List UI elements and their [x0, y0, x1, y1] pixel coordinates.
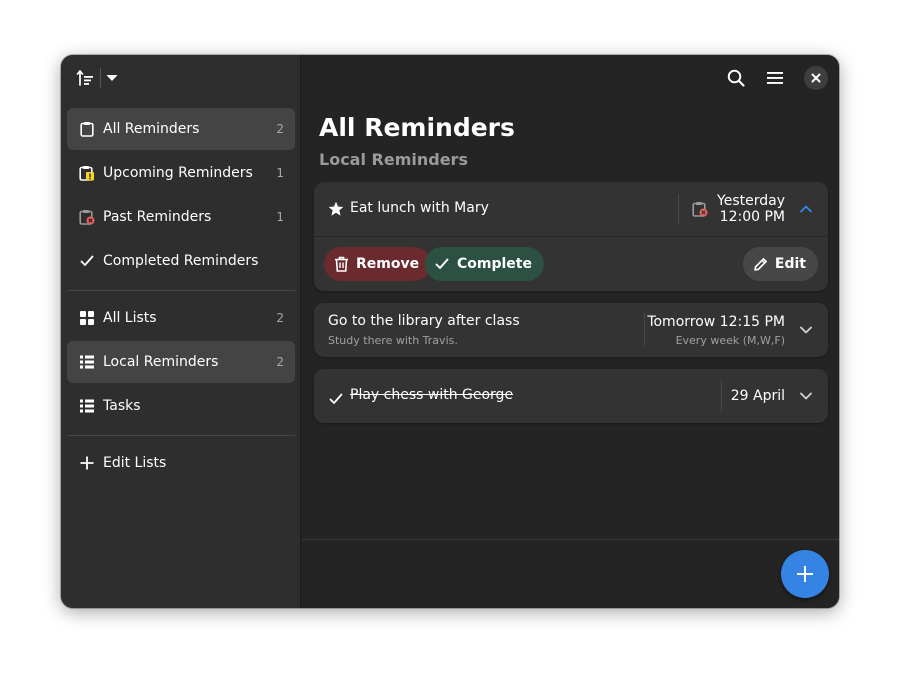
sidebar-item-edit-lists[interactable]: Edit Lists	[67, 442, 295, 484]
main-menu-button[interactable]	[762, 65, 788, 91]
sidebar-item-tasks[interactable]: Tasks	[67, 385, 295, 427]
chevron-down-icon[interactable]	[798, 388, 814, 404]
checkmark-icon	[435, 256, 451, 272]
trash-icon	[334, 256, 350, 272]
sidebar-item-count: 2	[276, 122, 284, 136]
reminder-title: Eat lunch with Mary	[350, 200, 489, 216]
close-window-button[interactable]	[804, 66, 828, 90]
sidebar-item-label: All Reminders	[103, 121, 200, 137]
clipboard-error-icon	[79, 209, 95, 225]
checkmark-icon[interactable]	[329, 390, 343, 409]
reminder-date: Tomorrow 12:15 PM	[647, 314, 785, 330]
reminder-actions: Remove Complete Edit	[314, 236, 828, 291]
reminder-title: Play chess with George	[350, 387, 514, 403]
page-title: All Reminders	[319, 113, 515, 142]
close-icon	[811, 73, 821, 83]
edit-button[interactable]: Edit	[742, 247, 818, 281]
sidebar-separator	[67, 290, 295, 291]
checkmark-icon	[79, 253, 95, 269]
sort-dropdown-button[interactable]	[103, 65, 121, 91]
sidebar-item-label: Edit Lists	[103, 455, 167, 471]
reminder-date: Yesterday	[717, 193, 785, 209]
reminder-separator	[721, 381, 722, 411]
pan-down-icon	[106, 75, 118, 81]
hamburger-menu-icon	[767, 72, 783, 84]
sidebar-item-label: Tasks	[103, 398, 141, 414]
reminder-views-section: All Reminders 2 Upcoming Reminders 1 Pas…	[67, 108, 295, 284]
reminder-date: 29 April	[730, 388, 785, 404]
sidebar-item-local-reminders[interactable]: Local Reminders 2	[67, 341, 295, 383]
reminder-row[interactable]: Go to the library after class Study ther…	[314, 303, 828, 357]
plus-icon	[797, 566, 813, 582]
lists-section: All Lists 2 Local Reminders 2 Tasks	[67, 297, 295, 429]
reminder-row[interactable]: Eat lunch with Mary Yesterday 12:00 PM	[314, 182, 828, 236]
star-icon[interactable]	[328, 201, 344, 221]
reminder-notes: Study there with Travis.	[328, 334, 458, 347]
sidebar-item-label: All Lists	[103, 310, 157, 326]
chevron-down-icon[interactable]	[798, 322, 814, 338]
sidebar-item-all-lists[interactable]: All Lists 2	[67, 297, 295, 339]
remove-button[interactable]: Remove	[324, 247, 432, 281]
list-icon	[79, 354, 95, 370]
main-content: All Reminders Local Reminders Eat lunch …	[302, 55, 839, 608]
reminder-card-completed[interactable]: Play chess with George 29 April	[314, 369, 828, 423]
clipboard-error-icon	[692, 201, 708, 221]
remove-button-label: Remove	[356, 256, 420, 272]
sidebar-header	[61, 55, 301, 101]
content-header	[302, 55, 839, 101]
clipboard-warning-icon	[79, 165, 95, 181]
sidebar-item-label: Completed Reminders	[103, 253, 259, 269]
sidebar-item-upcoming-reminders[interactable]: Upcoming Reminders 1	[67, 152, 295, 194]
reminder-separator	[644, 313, 645, 346]
reminder-repeat: Every week (M,W,F)	[675, 334, 785, 347]
sidebar-item-count: 1	[276, 166, 284, 180]
complete-button[interactable]: Complete	[425, 247, 544, 281]
pencil-icon	[753, 256, 769, 272]
reminder-separator	[678, 194, 679, 224]
complete-button-label: Complete	[457, 256, 532, 272]
sort-button[interactable]	[71, 65, 99, 91]
new-reminder-button[interactable]	[781, 550, 829, 598]
clipboard-icon	[79, 121, 95, 137]
sidebar-item-count: 2	[276, 311, 284, 325]
plus-icon	[79, 455, 95, 471]
header-separator	[100, 68, 101, 88]
bottom-separator	[302, 539, 839, 540]
chevron-up-icon[interactable]	[798, 201, 814, 217]
sidebar-item-completed-reminders[interactable]: Completed Reminders	[67, 240, 295, 282]
sidebar-item-count: 1	[276, 210, 284, 224]
sidebar-item-count: 2	[276, 355, 284, 369]
app-window: All Reminders 2 Upcoming Reminders 1 Pas…	[61, 55, 839, 608]
grid-icon	[79, 310, 95, 326]
reminder-title: Go to the library after class	[328, 313, 520, 329]
search-button[interactable]	[723, 65, 749, 91]
reminder-card-expanded: Eat lunch with Mary Yesterday 12:00 PM R…	[314, 182, 828, 291]
sidebar-item-all-reminders[interactable]: All Reminders 2	[67, 108, 295, 150]
sidebar-item-label: Local Reminders	[103, 354, 219, 370]
edit-lists-section: Edit Lists	[67, 442, 295, 486]
reminder-row[interactable]: Play chess with George 29 April	[314, 369, 828, 423]
sidebar-item-past-reminders[interactable]: Past Reminders 1	[67, 196, 295, 238]
search-icon	[727, 69, 745, 87]
page-subtitle: Local Reminders	[319, 150, 468, 169]
sidebar: All Reminders 2 Upcoming Reminders 1 Pas…	[61, 55, 301, 608]
sidebar-item-label: Past Reminders	[103, 209, 212, 225]
list-icon	[79, 398, 95, 414]
sort-ascending-icon	[76, 70, 93, 86]
reminder-card[interactable]: Go to the library after class Study ther…	[314, 303, 828, 357]
reminder-time: 12:00 PM	[719, 209, 785, 225]
sidebar-item-label: Upcoming Reminders	[103, 165, 253, 181]
sidebar-separator	[67, 435, 295, 436]
edit-button-label: Edit	[774, 256, 806, 272]
